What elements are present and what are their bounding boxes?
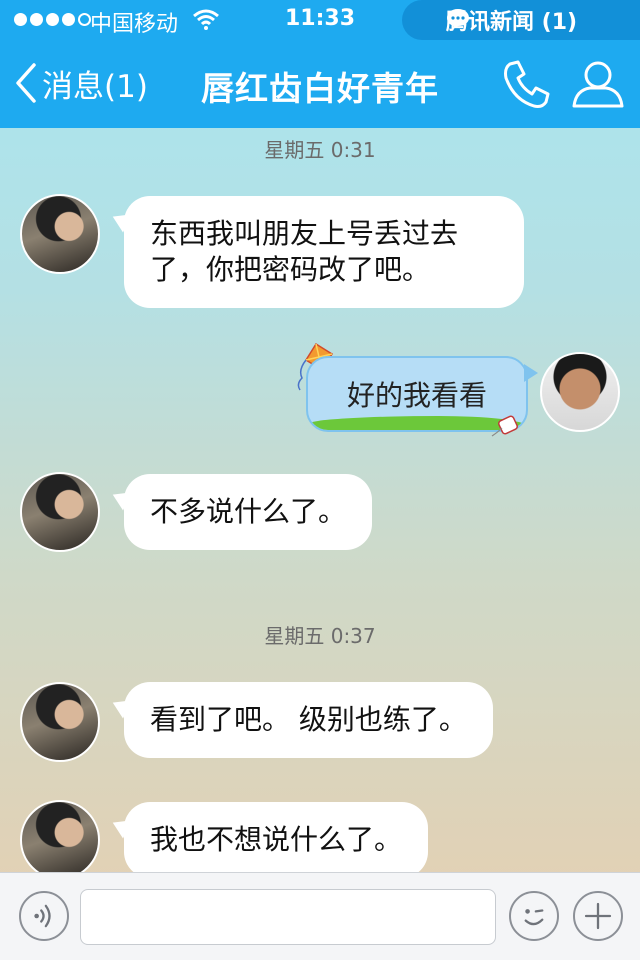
message-text: 看到了吧。 级别也练了。 xyxy=(150,703,467,736)
emoji-button[interactable] xyxy=(509,891,559,941)
profile-icon[interactable] xyxy=(570,58,626,110)
contact-avatar[interactable] xyxy=(20,194,100,274)
timestamp-label: 星期五 0:37 xyxy=(264,624,376,648)
message-text: 我也不想说什么了。 xyxy=(150,823,403,856)
contact-avatar[interactable] xyxy=(20,472,100,552)
contact-avatar[interactable] xyxy=(20,800,100,880)
phone-icon[interactable] xyxy=(500,58,552,110)
contact-avatar[interactable] xyxy=(20,682,100,762)
message-bubble-received[interactable]: 东西我叫朋友上号丢过去了，你把密码改了吧。 xyxy=(124,196,524,308)
voice-input-button[interactable] xyxy=(19,891,69,941)
chat-bubble-icon xyxy=(447,9,469,30)
message-text: 不多说什么了。 xyxy=(150,495,347,528)
message-bubble-received[interactable]: 我也不想说什么了。 xyxy=(124,802,429,878)
input-bar xyxy=(0,872,640,960)
status-bar: 中国移动 11:33 腾讯新闻 (1) xyxy=(0,0,640,40)
tag-decoration-icon xyxy=(491,415,518,437)
nav-bar: 消息(1) 唇红齿白好青年 xyxy=(0,40,640,128)
more-options-button[interactable] xyxy=(573,891,623,941)
timestamp-label: 星期五 0:31 xyxy=(264,138,376,162)
header: 中国移动 11:33 腾讯新闻 (1) 消息(1) 唇红齿白好青年 xyxy=(0,0,640,128)
message-bubble-received[interactable]: 不多说什么了。 xyxy=(124,474,373,550)
emoji-icon xyxy=(524,909,544,926)
my-avatar[interactable] xyxy=(540,352,620,432)
news-notification-pill[interactable]: 腾讯新闻 (1) xyxy=(402,0,640,40)
message-text: 东西我叫朋友上号丢过去了，你把密码改了吧。 xyxy=(150,217,459,286)
message-text: 好的我看看 xyxy=(346,379,487,412)
message-bubble-received[interactable]: 看到了吧。 级别也练了。 xyxy=(124,682,493,758)
message-input[interactable] xyxy=(80,889,496,945)
voice-icon xyxy=(34,904,51,928)
plus-icon xyxy=(584,902,612,930)
bubble-tail xyxy=(524,364,538,382)
